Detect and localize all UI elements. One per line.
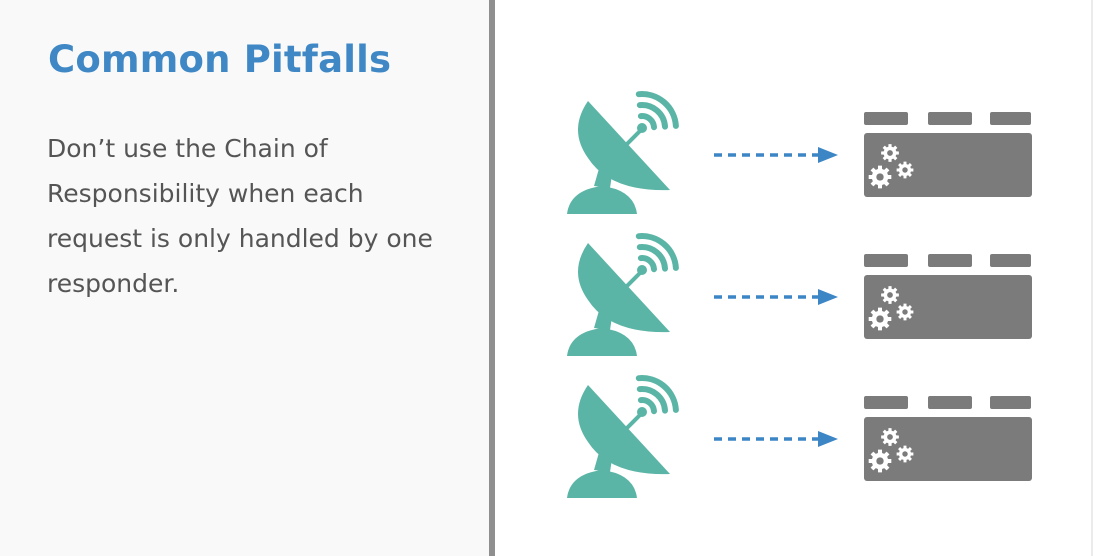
- gear-small-icon-hole: [887, 292, 893, 298]
- arrow-head: [818, 289, 838, 305]
- satellite-dish-icon: [567, 375, 679, 498]
- server-tab-1: [864, 254, 908, 267]
- gear-medium-icon-hole: [902, 167, 908, 173]
- server-tab-3: [990, 396, 1031, 409]
- server-tab-1: [864, 112, 908, 125]
- dish-feed: [637, 123, 647, 133]
- server-tab-2: [928, 254, 972, 267]
- satellite-dish-icon: [567, 91, 679, 214]
- gear-small-icon-hole: [887, 150, 893, 156]
- dish-feed: [637, 407, 647, 417]
- server-tab-2: [928, 112, 972, 125]
- gear-medium-icon-hole: [902, 451, 908, 457]
- gear-large-icon-hole: [876, 457, 884, 465]
- gear-medium-icon-hole: [902, 309, 908, 315]
- gear-small-icon-hole: [887, 434, 893, 440]
- server-body: [864, 417, 1032, 481]
- dashed-arrow: [714, 147, 838, 163]
- dashed-arrow: [714, 431, 838, 447]
- server-tab-3: [990, 254, 1031, 267]
- dish-base: [567, 470, 637, 498]
- dish-base: [567, 328, 637, 356]
- server-tab-3: [990, 112, 1031, 125]
- server-body: [864, 133, 1032, 197]
- dish-feed: [637, 265, 647, 275]
- diagram-canvas: [567, 91, 1032, 498]
- server-gears-icon: [864, 396, 1032, 481]
- arrow-head: [818, 147, 838, 163]
- dish-base: [567, 186, 637, 214]
- server-gears-icon: [864, 254, 1032, 339]
- server-tab-1: [864, 396, 908, 409]
- dashed-arrow: [714, 289, 838, 305]
- arrow-head: [818, 431, 838, 447]
- gear-large-icon-hole: [876, 173, 884, 181]
- server-body: [864, 275, 1032, 339]
- server-gears-icon: [864, 112, 1032, 197]
- gear-large-icon-hole: [876, 315, 884, 323]
- server-tab-2: [928, 396, 972, 409]
- satellite-dish-icon: [567, 233, 679, 356]
